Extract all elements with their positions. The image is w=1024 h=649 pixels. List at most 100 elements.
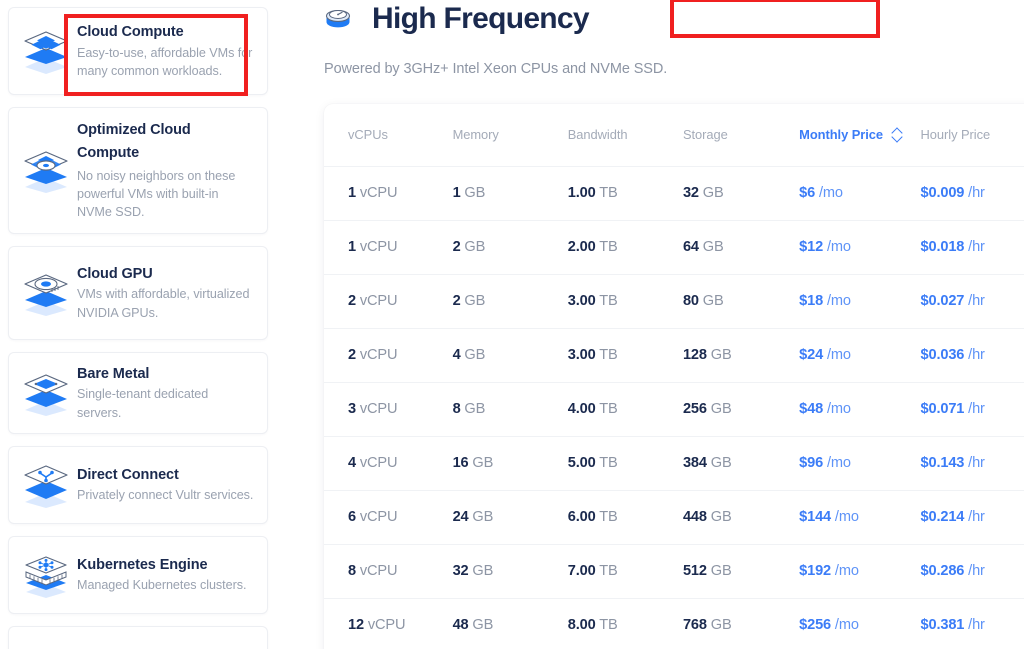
sidebar-item-title: Kubernetes Engine — [77, 556, 208, 573]
plan-vcpus: 1 vCPU — [324, 165, 453, 220]
plan-hourly-price[interactable]: $0.286 /hr — [920, 543, 1024, 598]
sidebar-item-text: Kubernetes Engine Managed Kubernetes clu… — [73, 555, 255, 595]
page-root: Cloud Compute Easy-to-use, affordable VM… — [0, 0, 1024, 649]
sort-updown-icon[interactable] — [892, 128, 903, 142]
plan-vcpus: 8 vCPU — [324, 543, 453, 598]
value-unit: /hr — [964, 401, 985, 417]
plan-hourly-price[interactable]: $0.071 /hr — [920, 381, 1024, 436]
value-unit: vCPU — [355, 401, 398, 417]
plan-bandwidth: 5.00 TB — [567, 435, 683, 490]
plan-storage: 768 GB — [682, 597, 800, 649]
value-number: 448 — [682, 509, 707, 525]
sidebar-item-desc: Easy-to-use, affordable VMs for many com… — [77, 45, 253, 78]
sidebar-item-title: Direct Connect — [77, 466, 179, 483]
plan-storage: 384 GB — [682, 435, 800, 490]
table-row[interactable]: 1 vCPU 1 GB 1.00 TB 32 GB $6 /mo $0.009 /hr — [324, 165, 1024, 220]
value-unit: vCPU — [355, 185, 398, 201]
value-unit: TB — [595, 347, 618, 363]
value-number: 6.00 — [567, 509, 596, 525]
plan-hourly-price[interactable]: $0.214 /hr — [920, 489, 1024, 544]
column-header-bandwidth[interactable]: Bandwidth — [568, 104, 683, 166]
value-unit: /mo — [823, 455, 851, 471]
value-number: 2 — [348, 293, 356, 309]
plan-bandwidth: 3.00 TB — [567, 327, 683, 382]
value-number: 6 — [348, 509, 356, 525]
value-number: 16 — [452, 455, 469, 471]
sidebar-item-optimized-cloud-compute[interactable]: Optimized Cloud Compute No noisy neighbo… — [8, 107, 268, 234]
column-header-memory[interactable]: Memory — [453, 104, 568, 166]
value-number: $24 — [799, 347, 824, 363]
column-header-storage[interactable]: Storage — [683, 104, 799, 166]
plan-storage: 80 GB — [682, 273, 800, 328]
plan-monthly-price[interactable]: $256 /mo — [799, 597, 921, 649]
value-unit: vCPU — [355, 563, 398, 579]
value-unit: /hr — [964, 239, 985, 255]
plan-memory: 24 GB — [452, 489, 568, 544]
column-header-hourly-price[interactable]: Hourly Price — [921, 104, 1024, 166]
plan-monthly-price[interactable]: $144 /mo — [799, 489, 921, 544]
table-row[interactable]: 4 vCPU 16 GB 5.00 TB 384 GB $96 /mo $0.143 /h… — [324, 435, 1024, 490]
value-number: 512 — [682, 563, 707, 579]
table-row[interactable]: 8 vCPU 32 GB 7.00 TB 512 GB $192 /mo $0.286 /… — [324, 543, 1024, 598]
plan-monthly-price[interactable]: $6 /mo — [799, 165, 921, 220]
value-number: 8.00 — [567, 617, 596, 634]
sidebar-item-direct-connect[interactable]: Direct Connect Privately connect Vultr s… — [8, 445, 268, 524]
speedometer-icon — [316, 0, 360, 36]
sidebar-item-kubernetes-engine[interactable]: Kubernetes Engine Managed Kubernetes clu… — [8, 535, 268, 614]
plan-bandwidth: 7.00 TB — [567, 543, 683, 598]
value-number: $192 — [799, 563, 832, 579]
plan-hourly-price[interactable]: $0.381 /hr — [920, 597, 1024, 649]
sidebar-item-cloud-gpu[interactable]: Cloud GPU VMs with affordable, virtualiz… — [8, 245, 268, 340]
plan-hourly-price[interactable]: $0.036 /hr — [920, 327, 1024, 382]
table-row[interactable]: 12 vCPU 48 GB 8.00 TB 768 GB $256 /mo $0.381 … — [324, 597, 1024, 649]
value-number: $12 — [799, 239, 824, 255]
plan-memory: 32 GB — [452, 543, 568, 598]
plan-monthly-price[interactable]: $96 /mo — [799, 435, 921, 490]
plan-monthly-price[interactable]: $18 /mo — [799, 273, 921, 328]
table-row[interactable]: 6 vCPU 24 GB 6.00 TB 448 GB $144 /mo $0.214 /… — [324, 489, 1024, 544]
column-header-label: Monthly Price — [799, 127, 884, 143]
value-unit: TB — [595, 617, 618, 634]
plan-hourly-price[interactable]: $0.009 /hr — [920, 165, 1024, 220]
value-unit: /mo — [831, 563, 859, 579]
value-unit: vCPU — [355, 455, 398, 471]
value-unit: GB — [468, 509, 494, 525]
value-unit: GB — [460, 347, 486, 363]
value-unit: GB — [468, 563, 494, 579]
plan-hourly-price[interactable]: $0.143 /hr — [920, 435, 1024, 490]
column-header-label: Memory — [452, 127, 499, 143]
table-row[interactable]: 3 vCPU 8 GB 4.00 TB 256 GB $48 /mo $0.071 /hr — [324, 381, 1024, 436]
plan-hourly-price[interactable]: $0.027 /hr — [920, 273, 1024, 328]
plan-monthly-price[interactable]: $24 /mo — [799, 327, 921, 382]
column-header-label: vCPUs — [348, 127, 388, 143]
value-number: 5.00 — [567, 455, 596, 471]
value-unit: /hr — [964, 185, 985, 201]
plan-monthly-price[interactable]: $12 /mo — [799, 219, 921, 274]
value-unit: GB — [460, 185, 486, 201]
value-number: $96 — [799, 455, 824, 471]
sidebar-scroll-region[interactable]: Cloud Compute Easy-to-use, affordable VM… — [8, 7, 268, 649]
value-number: $0.143 — [920, 455, 965, 471]
value-unit: /hr — [964, 509, 985, 525]
column-header-vcpus[interactable]: vCPUs — [324, 104, 453, 166]
value-number: 3.00 — [567, 347, 596, 363]
value-number: 1.00 — [567, 185, 596, 201]
value-unit: TB — [595, 509, 618, 525]
plan-monthly-price[interactable]: $192 /mo — [799, 543, 921, 598]
page-title: High Frequency — [372, 2, 590, 35]
value-number: 2 — [452, 293, 461, 309]
table-row[interactable]: 2 vCPU 4 GB 3.00 TB 128 GB $24 /mo $0.036 /hr — [324, 327, 1024, 382]
value-number: $0.381 — [920, 617, 965, 634]
table-row[interactable]: 2 vCPU 2 GB 3.00 TB 80 GB $18 /mo $0.027 /hr — [324, 273, 1024, 328]
sidebar-item-cloud-compute[interactable]: Cloud Compute Easy-to-use, affordable VM… — [8, 7, 268, 95]
value-unit: vCPU — [355, 239, 398, 255]
table-row[interactable]: 1 vCPU 2 GB 2.00 TB 64 GB $12 /mo $0.018 /hr — [324, 219, 1024, 274]
value-unit: /mo — [831, 617, 859, 634]
column-header-monthly-price[interactable]: Monthly Price — [799, 104, 920, 166]
value-unit: GB — [706, 563, 732, 579]
sidebar-item-partial[interactable] — [8, 625, 268, 649]
plan-hourly-price[interactable]: $0.018 /hr — [920, 219, 1024, 274]
sidebar-item-bare-metal[interactable]: Bare Metal Single-tenant dedicated serve… — [8, 351, 268, 434]
value-number: 80 — [682, 293, 699, 309]
plan-monthly-price[interactable]: $48 /mo — [799, 381, 921, 436]
